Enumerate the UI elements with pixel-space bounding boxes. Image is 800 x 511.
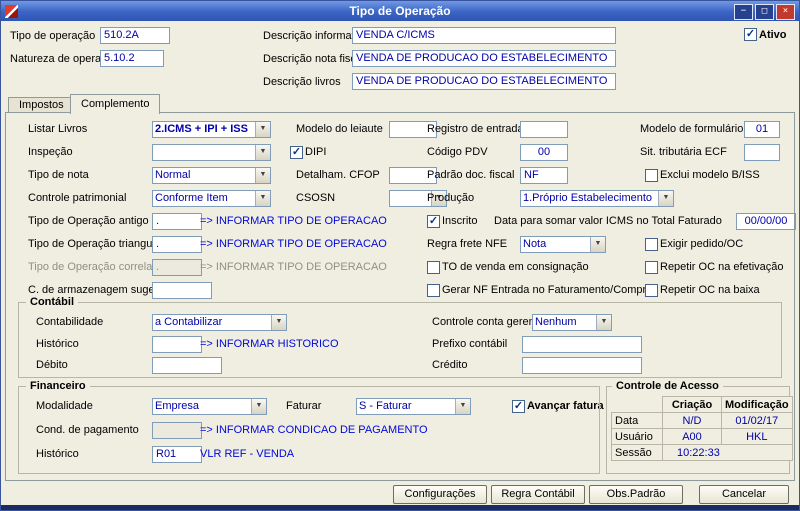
ca-usuario-criacao: A00 <box>663 429 722 445</box>
financeiro-group <box>18 386 600 474</box>
ca-row-sessao: Sessão 10:22:33 <box>612 445 793 461</box>
natureza-operacao-input[interactable]: 5.10.2 <box>100 50 164 67</box>
ca-sessao-label: Sessão <box>612 445 663 461</box>
configuracoes-button[interactable]: Configurações <box>393 485 487 504</box>
ativo-label: Ativo <box>759 29 787 41</box>
tipo-operacao-label: Tipo de operação <box>10 30 95 42</box>
ca-row-data: Data N/D 01/02/17 <box>612 413 793 429</box>
close-button[interactable]: × <box>776 4 795 20</box>
contabil-group <box>18 302 782 378</box>
tab-complemento[interactable]: Complemento <box>70 94 160 114</box>
ca-data-modificacao: 01/02/17 <box>722 413 793 429</box>
ca-usuario-label: Usuário <box>612 429 663 445</box>
contabil-group-title: Contábil <box>26 296 78 308</box>
descricao-nota-fiscal-label: Descrição nota fiscal <box>263 53 365 65</box>
ca-header-row: Criação Modificação <box>612 397 793 413</box>
financeiro-group-title: Financeiro <box>26 380 90 392</box>
ca-usuario-modificacao: HKL <box>722 429 793 445</box>
descricao-nota-fiscal-input[interactable]: VENDA DE PRODUCAO DO ESTABELECIMENTO <box>352 50 616 67</box>
ca-data-criacao: N/D <box>663 413 722 429</box>
obs-padrao-button[interactable]: Obs.Padrão <box>589 485 683 504</box>
ca-row-usuario: Usuário A00 HKL <box>612 429 793 445</box>
ativo-checkbox[interactable]: ✓ <box>744 28 757 41</box>
window-title: Tipo de Operação <box>1 4 799 18</box>
ca-col-criacao: Criação <box>663 397 722 413</box>
descricao-livros-label: Descrição livros <box>263 76 341 88</box>
maximize-button[interactable]: □ <box>755 4 774 20</box>
ca-col-modificacao: Modificação <box>722 397 793 413</box>
ca-sessao-value: 10:22:33 <box>663 445 793 461</box>
controle-acesso-group-title: Controle de Acesso <box>612 380 723 392</box>
ca-corner-cell <box>612 397 663 413</box>
tipo-operacao-input[interactable]: 510.2A <box>100 27 170 44</box>
tab-impostos[interactable]: Impostos <box>8 97 75 112</box>
app-icon <box>5 5 18 18</box>
window-bottom-strip <box>0 505 800 511</box>
cancelar-button[interactable]: Cancelar <box>699 485 789 504</box>
ca-data-label: Data <box>612 413 663 429</box>
minimize-button[interactable]: − <box>734 4 753 20</box>
controle-acesso-table: Criação Modificação Data N/D 01/02/17 Us… <box>611 396 793 461</box>
title-bar[interactable]: Tipo de Operação − □ × <box>1 1 799 21</box>
window-controls: − □ × <box>734 4 795 20</box>
descricao-informativa-input[interactable]: VENDA C/ICMS <box>352 27 616 44</box>
descricao-livros-input[interactable]: VENDA DE PRODUCAO DO ESTABELECIMENTO <box>352 73 616 90</box>
regra-contabil-button[interactable]: Regra Contábil <box>491 485 585 504</box>
